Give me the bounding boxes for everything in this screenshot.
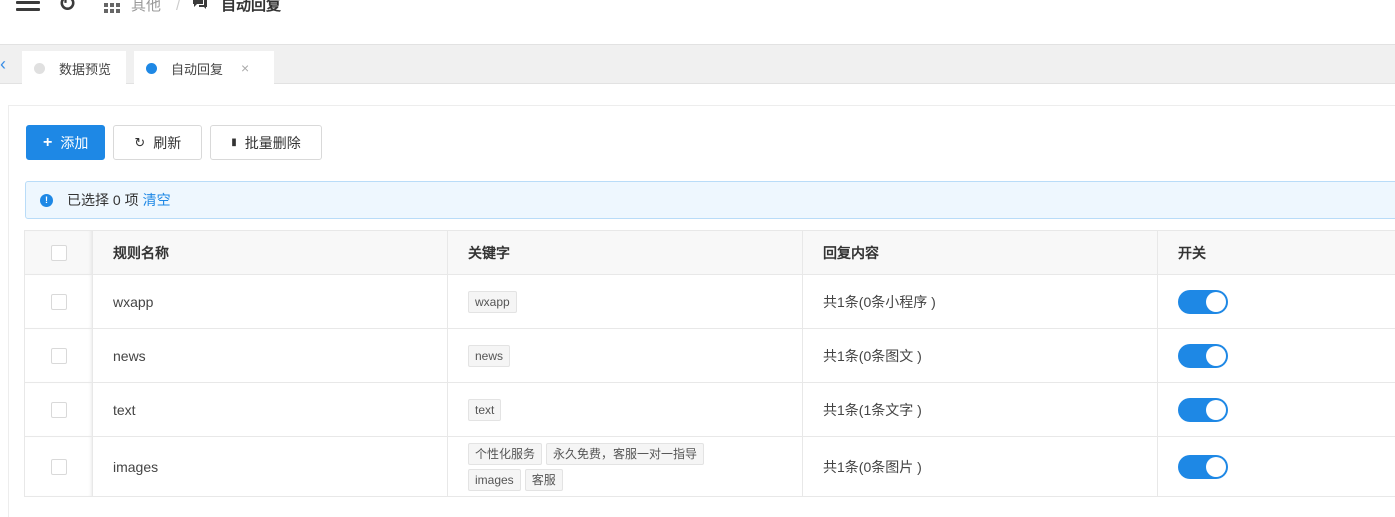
keyword-tag: text	[468, 398, 502, 421]
top-header: ↻ 其他 / 自动回复	[0, 0, 1395, 44]
reply-cell: 共1条(1条文字 )	[802, 382, 1158, 437]
hamburger-menu-icon[interactable]	[16, 0, 42, 14]
column-header-rule-name: 规则名称	[92, 230, 448, 275]
refresh-button-label: 刷新	[153, 134, 182, 151]
add-button[interactable]: + 添加	[26, 125, 106, 160]
rule-name-cell: news	[92, 328, 448, 383]
tab-auto-reply[interactable]: 自动回复 ×	[134, 51, 274, 85]
reload-icon[interactable]: ↻	[58, 0, 76, 15]
plus-icon: +	[43, 133, 53, 151]
content-panel: + 添加 ↻ 刷新 ▮ 批量删除 ! 已选择 0 项 清空 规则名称 关键字 回…	[8, 105, 1395, 517]
table-row: images 个性化服务 永久免费，客服一对一指导 images 客服 共1条(0条…	[24, 436, 1395, 497]
switch-cell	[1157, 436, 1395, 497]
reply-cell: 共1条(0条图片 )	[802, 436, 1158, 497]
tab-active-dot	[146, 62, 157, 74]
reply-cell: 共1条(0条小程序 )	[802, 274, 1158, 329]
enable-toggle[interactable]	[1178, 397, 1228, 422]
chat-bubble-icon	[193, 0, 207, 9]
keyword-tag: 永久免费，客服一对一指导	[546, 442, 705, 465]
close-icon[interactable]: ×	[241, 60, 249, 76]
column-header-switch: 开关	[1157, 230, 1395, 275]
tab-data-preview[interactable]: 数据预览	[22, 51, 126, 85]
table-row: news news 共1条(0条图文 )	[24, 328, 1395, 383]
row-checkbox[interactable]	[50, 459, 67, 476]
info-icon: !	[40, 193, 53, 207]
rules-table: 规则名称 关键字 回复内容 开关 wxapp wxapp 共1条(0条小程序 )…	[24, 230, 1395, 497]
selection-count-text: 已选择 0 项	[67, 192, 139, 208]
select-all-cell	[24, 230, 93, 275]
keyword-tag: 个性化服务	[468, 442, 543, 465]
clear-selection-link[interactable]: 清空	[143, 190, 171, 210]
table-row: wxapp wxapp 共1条(0条小程序 )	[24, 274, 1395, 329]
enable-toggle[interactable]	[1178, 454, 1228, 479]
enable-toggle[interactable]	[1178, 289, 1228, 314]
rule-name-cell: wxapp	[92, 274, 448, 329]
selection-alert: ! 已选择 0 项 清空	[25, 181, 1395, 219]
row-checkbox[interactable]	[50, 294, 67, 311]
rule-name-cell: images	[92, 436, 448, 497]
keyword-tag: images	[468, 468, 521, 491]
tab-label: 数据预览	[59, 61, 112, 77]
keyword-tag: 客服	[524, 468, 563, 491]
tab-strip: ‹ 数据预览 自动回复 ×	[0, 44, 1395, 85]
column-header-keywords: 关键字	[447, 230, 803, 275]
refresh-icon: ↻	[134, 134, 146, 150]
keywords-cell: 个性化服务 永久免费，客服一对一指导 images 客服	[447, 436, 803, 497]
row-select-cell	[24, 436, 93, 497]
batch-delete-button[interactable]: ▮ 批量删除	[210, 125, 322, 160]
breadcrumb-item-auto-reply: 自动回复	[221, 0, 282, 14]
table-header-row: 规则名称 关键字 回复内容 开关	[24, 230, 1395, 275]
row-checkbox[interactable]	[50, 348, 67, 365]
rule-name-cell: text	[92, 382, 448, 437]
batch-delete-button-label: 批量删除	[244, 134, 301, 151]
reply-cell: 共1条(0条图文 )	[802, 328, 1158, 383]
keywords-cell: news	[447, 328, 803, 383]
add-button-label: 添加	[60, 134, 89, 151]
tab-label: 自动回复	[171, 61, 224, 77]
row-checkbox[interactable]	[50, 402, 67, 419]
select-all-checkbox[interactable]	[50, 245, 67, 262]
refresh-button[interactable]: ↻ 刷新	[113, 125, 203, 160]
chevron-left-icon[interactable]: ‹	[0, 54, 6, 74]
keywords-cell: text	[447, 382, 803, 437]
trash-icon: ▮	[231, 137, 237, 148]
breadcrumb-separator: /	[176, 0, 181, 14]
breadcrumb-item-other[interactable]: 其他	[131, 0, 161, 16]
enable-toggle[interactable]	[1178, 343, 1228, 368]
switch-cell	[1157, 274, 1395, 329]
row-select-cell	[24, 274, 93, 329]
toolbar: + 添加 ↻ 刷新 ▮ 批量删除	[26, 125, 322, 160]
keyword-tag: wxapp	[468, 290, 517, 313]
row-select-cell	[24, 382, 93, 437]
switch-cell	[1157, 328, 1395, 383]
table-row: text text 共1条(1条文字 )	[24, 382, 1395, 437]
switch-cell	[1157, 382, 1395, 437]
row-select-cell	[24, 328, 93, 383]
keyword-tag: news	[468, 344, 511, 367]
tab-status-dot	[34, 62, 45, 74]
column-header-reply: 回复内容	[802, 230, 1158, 275]
keywords-cell: wxapp	[447, 274, 803, 329]
apps-grid-icon	[104, 0, 122, 14]
